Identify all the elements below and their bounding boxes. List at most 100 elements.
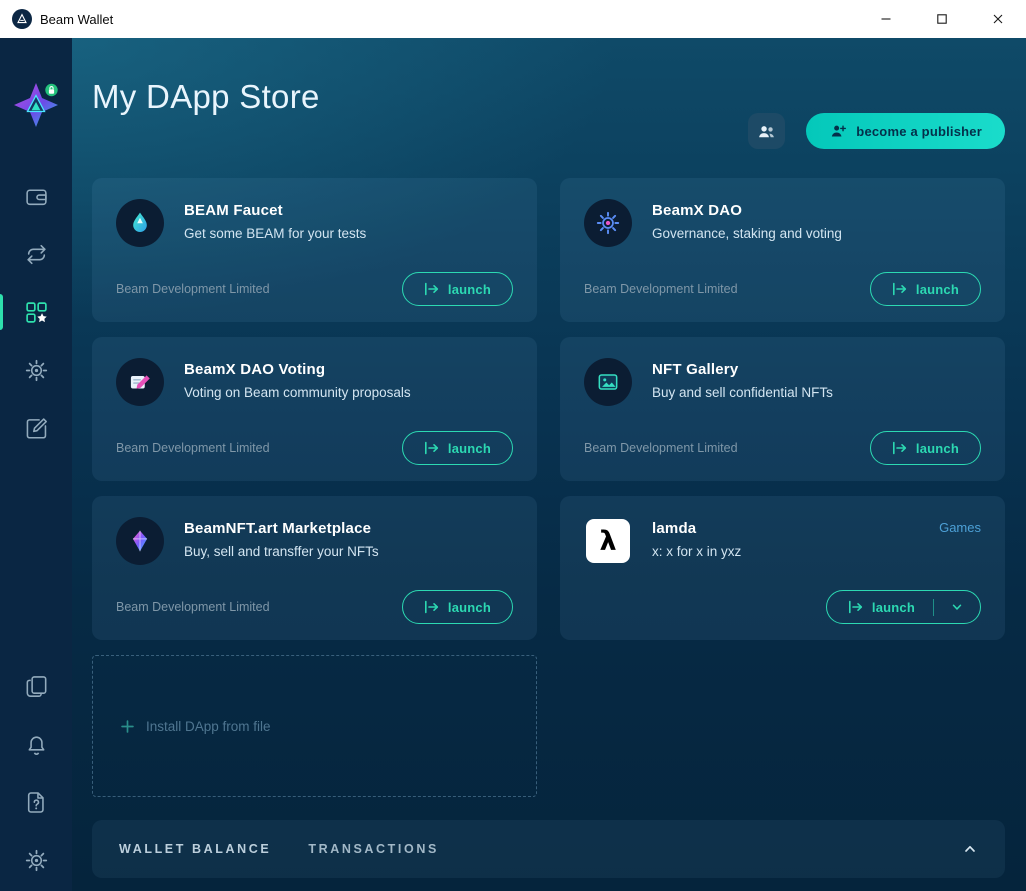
- dapp-publisher: Beam Development Limited: [584, 282, 738, 296]
- dapp-publisher: Beam Development Limited: [584, 441, 738, 455]
- install-dapp-from-file[interactable]: Install DApp from file: [92, 655, 537, 797]
- people-icon: [756, 121, 777, 142]
- launch-label: launch: [448, 600, 491, 615]
- expand-panel-button[interactable]: [962, 841, 978, 857]
- launch-icon: [424, 600, 439, 614]
- beam-wallet-logo: [13, 82, 59, 128]
- dapp-card-beamx-dao-voting: BeamX DAO Voting Voting on Beam communit…: [92, 337, 537, 481]
- launch-icon: [892, 441, 907, 455]
- tab-wallet-balance[interactable]: WALLET BALANCE: [119, 842, 271, 856]
- dapp-card-beamnft-marketplace: BeamNFT.art Marketplace Buy, sell and tr…: [92, 496, 537, 640]
- install-dapp-label: Install DApp from file: [146, 719, 271, 734]
- sidebar-item-notifications[interactable]: [0, 715, 72, 773]
- card-bottom: Beam Development Limited launch: [116, 590, 513, 624]
- card-top: BeamNFT.art Marketplace Buy, sell and tr…: [116, 517, 513, 565]
- dapp-grid: BEAM Faucet Get some BEAM for your tests…: [92, 178, 1005, 640]
- card-top: NFT Gallery Buy and sell confidential NF…: [584, 358, 981, 406]
- sidebar-item-dapp-store[interactable]: [0, 283, 72, 341]
- maximize-icon: [936, 13, 948, 25]
- launch-button[interactable]: launch: [402, 272, 513, 306]
- card-info: lamda x: x for x in yxz: [652, 517, 741, 565]
- sidebar-item-settings[interactable]: [0, 341, 72, 399]
- card-top: BeamX DAO Voting Voting on Beam communit…: [116, 358, 513, 406]
- launch-icon: [424, 282, 439, 296]
- maximize-button[interactable]: [914, 0, 970, 38]
- launch-icon: [848, 600, 863, 614]
- dapp-description: Voting on Beam community proposals: [184, 385, 411, 400]
- app-body: My DApp Store become a publisher: [0, 38, 1026, 891]
- card-info: BeamX DAO Voting Voting on Beam communit…: [184, 358, 411, 406]
- beam-faucet-icon: [116, 199, 164, 247]
- card-info: BEAM Faucet Get some BEAM for your tests: [184, 199, 366, 247]
- lamda-icon: λ: [586, 519, 630, 563]
- file-question-icon: [24, 790, 49, 815]
- card-bottom: Beam Development Limited launch: [584, 272, 981, 306]
- launch-button[interactable]: launch: [402, 590, 513, 624]
- sidebar-item-send-receive[interactable]: [0, 225, 72, 283]
- documents-icon: [24, 674, 49, 699]
- minimize-button[interactable]: [858, 0, 914, 38]
- window-controls: [858, 0, 1026, 38]
- header-actions: become a publisher: [748, 113, 1005, 149]
- bottom-panel: WALLET BALANCE TRANSACTIONS: [92, 820, 1005, 878]
- chevron-up-icon: [962, 841, 978, 857]
- dapp-name: lamda: [652, 520, 741, 537]
- launch-split-button[interactable]: launch: [826, 590, 981, 624]
- dapp-description: Buy and sell confidential NFTs: [652, 385, 833, 400]
- launch-label: launch: [448, 282, 491, 297]
- launch-icon: [424, 441, 439, 455]
- launch-dropdown-toggle[interactable]: [946, 600, 968, 614]
- gear-icon: [24, 848, 49, 873]
- dapp-publisher: Beam Development Limited: [116, 282, 270, 296]
- dapp-description: Get some BEAM for your tests: [184, 226, 366, 241]
- become-publisher-button[interactable]: become a publisher: [806, 113, 1005, 149]
- dapp-card-nft-gallery: NFT Gallery Buy and sell confidential NF…: [560, 337, 1005, 481]
- dapp-store-icon: [24, 300, 49, 325]
- launch-button[interactable]: launch: [870, 431, 981, 465]
- launch-icon: [892, 282, 907, 296]
- card-info: BeamNFT.art Marketplace Buy, sell and tr…: [184, 517, 379, 565]
- card-bottom: launch: [584, 590, 981, 624]
- minimize-icon: [880, 13, 892, 25]
- close-icon: [992, 13, 1004, 25]
- launch-button[interactable]: launch: [870, 272, 981, 306]
- window-title: Beam Wallet: [40, 12, 113, 27]
- sidebar-item-address-edit[interactable]: [0, 399, 72, 457]
- dapp-card-beam-faucet: BEAM Faucet Get some BEAM for your tests…: [92, 178, 537, 322]
- plus-icon: [120, 719, 135, 734]
- become-publisher-label: become a publisher: [856, 124, 982, 139]
- card-top: BEAM Faucet Get some BEAM for your tests: [116, 199, 513, 247]
- dapp-name: BeamX DAO: [652, 202, 842, 219]
- launch-label: launch: [916, 282, 959, 297]
- dapp-name: BeamNFT.art Marketplace: [184, 520, 379, 537]
- dapp-name: BeamX DAO Voting: [184, 361, 411, 378]
- card-bottom: Beam Development Limited launch: [116, 272, 513, 306]
- bell-icon: [24, 732, 49, 757]
- tab-transactions[interactable]: TRANSACTIONS: [308, 842, 439, 856]
- sidebar-item-report[interactable]: [0, 773, 72, 831]
- publishers-button[interactable]: [748, 113, 785, 149]
- sidebar-item-utilities[interactable]: [0, 831, 72, 889]
- beam-logo-icon: [12, 9, 32, 29]
- sidebar-bottom-group: [0, 657, 72, 889]
- edit-icon: [24, 416, 49, 441]
- sidebar-item-wallet[interactable]: [0, 167, 72, 225]
- dapp-category: Games: [939, 517, 981, 565]
- card-top: BeamX DAO Governance, staking and voting: [584, 199, 981, 247]
- dapp-publisher: Beam Development Limited: [116, 441, 270, 455]
- beamnft-marketplace-icon: [116, 517, 164, 565]
- launch-button[interactable]: launch: [402, 431, 513, 465]
- card-bottom: Beam Development Limited launch: [116, 431, 513, 465]
- nft-gallery-icon: [584, 358, 632, 406]
- dapp-card-lamda: λ lamda x: x for x in yxz Games launch: [560, 496, 1005, 640]
- send-receive-icon: [24, 242, 49, 267]
- beam-wallet-window: Beam Wallet: [0, 0, 1026, 891]
- beamx-dao-icon: [584, 199, 632, 247]
- sidebar-item-documents[interactable]: [0, 657, 72, 715]
- card-top: λ lamda x: x for x in yxz Games: [584, 517, 981, 565]
- close-button[interactable]: [970, 0, 1026, 38]
- wallet-icon: [24, 184, 49, 209]
- dapp-description: x: x for x in yxz: [652, 544, 741, 559]
- launch-label: launch: [448, 441, 491, 456]
- beamx-dao-voting-icon: [116, 358, 164, 406]
